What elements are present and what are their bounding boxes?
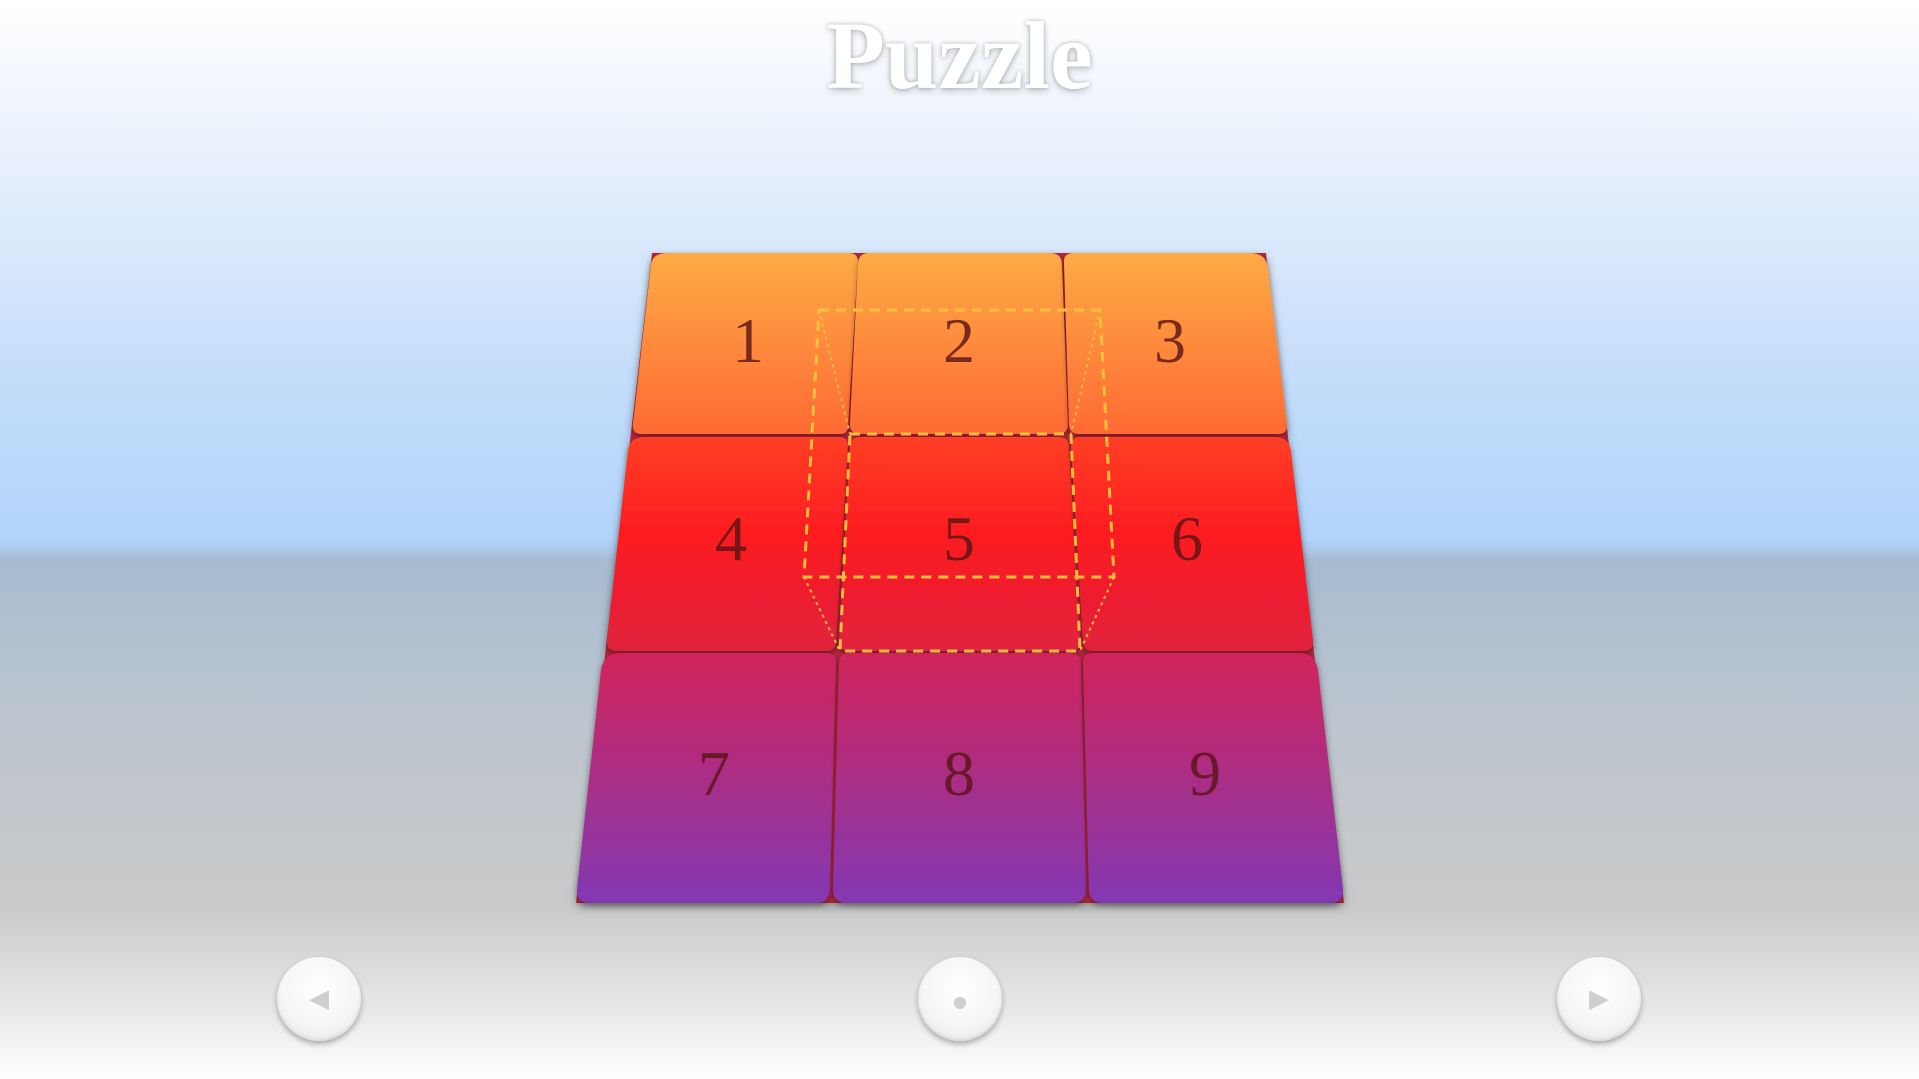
tile-3-label: 3 (1154, 305, 1186, 376)
tile-8-label: 8 (943, 738, 975, 809)
tile-6-label: 6 (1171, 503, 1203, 574)
dot-icon: ● (953, 992, 967, 1011)
previous-button[interactable]: ◀ (277, 957, 361, 1041)
triangle-left-icon: ◀ (309, 984, 329, 1014)
tile-2-label: 2 (943, 305, 975, 376)
tile-1-label: 1 (732, 305, 764, 376)
next-button[interactable]: ▶ (1557, 957, 1641, 1041)
triangle-right-icon: ▶ (1589, 984, 1609, 1014)
tile-7-label: 7 (698, 738, 730, 809)
tile-5-label: 5 (943, 503, 975, 574)
puzzle-board: 1 2 3 4 5 6 7 8 9 (576, 253, 1344, 903)
reset-button[interactable]: ● (918, 957, 1002, 1041)
tile-9-label: 9 (1189, 738, 1221, 809)
tile-4-label: 4 (715, 503, 747, 574)
